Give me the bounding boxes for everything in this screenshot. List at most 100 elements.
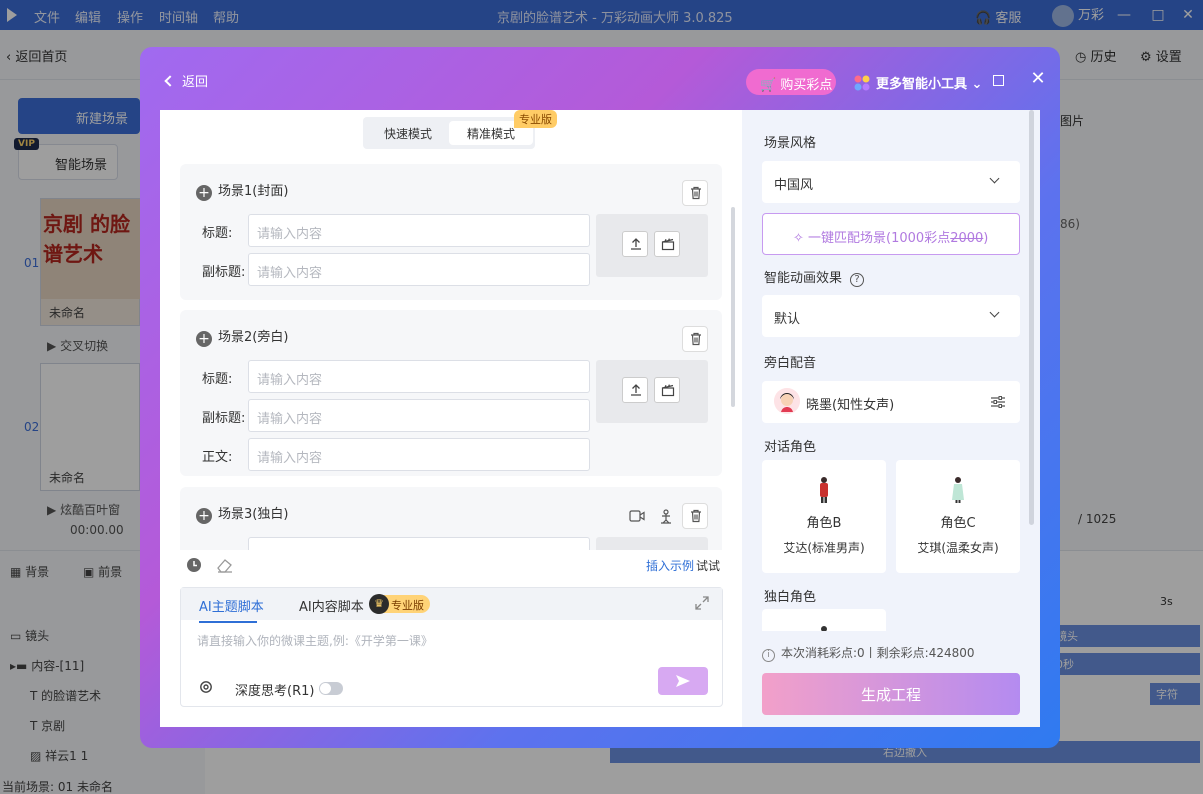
crown-icon: ♛ [369, 594, 389, 614]
send-button[interactable] [658, 667, 708, 695]
scene-list: + 场景1(封面) 标题: 请输入内容 副标题: 请输入内容 + 场景2(旁白)… [180, 164, 722, 550]
help-icon[interactable]: ? [850, 273, 865, 287]
deep-think-toggle[interactable] [319, 682, 343, 695]
video-camera-icon [629, 510, 645, 522]
clip-library-button[interactable] [654, 231, 680, 257]
role-card[interactable]: 角色C 艾琪(温柔女声) [896, 460, 1020, 573]
character-button[interactable] [653, 503, 679, 529]
generate-project-button[interactable]: 生成工程 [762, 673, 1020, 715]
trash-icon [691, 332, 701, 346]
sliders-icon[interactable] [990, 394, 1006, 410]
chevron-left-icon [164, 75, 176, 87]
scene-title: + 场景1(封面) [196, 180, 288, 201]
upload-icon [631, 238, 641, 250]
field-label: 副标题: [202, 265, 246, 280]
video-button[interactable] [624, 503, 650, 529]
male-character-icon [820, 477, 828, 503]
solo-role-card[interactable] [762, 609, 886, 631]
animation-label: 智能动画效果? [764, 267, 865, 287]
field-label: 正文: [202, 450, 233, 465]
fast-mode-tab[interactable]: 快速模式 [367, 121, 449, 145]
chevron-down-icon: ⌄ [971, 77, 983, 92]
subtitle-input[interactable]: 请输入内容 [248, 253, 590, 286]
title-input[interactable] [248, 537, 590, 550]
upload-button[interactable] [622, 377, 648, 403]
scene-card: + 场景1(封面) 标题: 请输入内容 副标题: 请输入内容 [180, 164, 722, 300]
chevron-down-icon [989, 173, 1000, 184]
field-label: 标题: [202, 372, 233, 387]
points-info: i 本次消耗彩点:0丨剩余彩点:424800 [762, 644, 975, 662]
expand-icon[interactable] [695, 596, 709, 610]
add-circle-icon[interactable]: + [196, 185, 212, 201]
dialog-role-label: 对话角色 [764, 440, 817, 455]
gear-icon[interactable] [199, 680, 213, 694]
delete-scene-button[interactable] [682, 326, 708, 352]
scrollbar[interactable] [1029, 110, 1034, 525]
send-icon [676, 675, 690, 687]
ai-prompt-input[interactable]: 请直接输入你的微课主题,例:《开学第一课》 [197, 632, 433, 649]
media-drop-area[interactable] [596, 360, 708, 423]
ai-script-modal: 返回 🛒 购买彩点 更多智能小工具 ⌄ ✕ 快速模式 精准模式 专业版 + 场景1… [140, 47, 1060, 748]
cart-icon: 🛒 [760, 78, 777, 93]
chevron-down-icon [989, 307, 1000, 318]
eraser-icon[interactable] [216, 557, 234, 573]
animation-select[interactable]: 默认 [762, 295, 1020, 337]
role-card[interactable]: 角色B 艾达(标准男声) [762, 460, 886, 573]
style-select[interactable]: 中国风 [762, 161, 1020, 203]
title-input[interactable]: 请输入内容 [248, 214, 590, 247]
tab-ai-theme-script[interactable]: AI主题脚本 [199, 596, 264, 623]
apps-icon [854, 75, 870, 91]
character-head-icon [821, 626, 827, 631]
pro-badge: 专业版 [514, 110, 557, 128]
back-button[interactable]: 返回 [164, 71, 208, 90]
delete-scene-button[interactable] [682, 180, 708, 206]
ai-tabs: AI主题脚本 AI内容脚本 ♛ 专业版 [181, 588, 722, 623]
clapperboard-icon [661, 238, 675, 251]
more-tools-dropdown[interactable]: 更多智能小工具 ⌄ [854, 73, 982, 92]
upload-icon [631, 384, 641, 396]
scene-card: + 场景2(旁白) 标题: 请输入内容 副标题: 请输入内容 正文: 请输入内容 [180, 310, 722, 476]
buy-points-button[interactable]: 🛒 购买彩点 [746, 69, 836, 95]
trash-icon [691, 186, 701, 200]
voice-avatar [774, 388, 800, 414]
ai-prompt-box: AI主题脚本 AI内容脚本 ♛ 专业版 请直接输入你的微课主题,例:《开学第一课》… [180, 587, 723, 707]
person-stand-icon [661, 509, 671, 524]
narration-label: 旁白配音 [764, 356, 817, 371]
scene-title: + 场景2(旁白) [196, 326, 288, 347]
magic-wand-icon: ✧ [793, 231, 804, 246]
tab-ai-content-script[interactable]: AI内容脚本 [299, 596, 364, 615]
narration-voice-select[interactable]: 晓墨(知性女声) [762, 381, 1020, 423]
settings-panel: 场景风格 中国风 ✧ 一键匹配场景(1000彩点2000) 智能动画效果? 默认… [742, 110, 1040, 727]
pro-badge: ♛ 专业版 [369, 594, 430, 614]
script-editor: 快速模式 精准模式 专业版 + 场景1(封面) 标题: 请输入内容 副标题: 请输… [160, 110, 742, 727]
close-icon[interactable]: ✕ [1028, 69, 1048, 89]
match-scene-button[interactable]: ✧ 一键匹配场景(1000彩点2000) [762, 213, 1020, 255]
add-circle-icon[interactable]: + [196, 508, 212, 524]
field-label: 副标题: [202, 411, 246, 426]
media-drop-area[interactable] [596, 214, 708, 277]
info-icon: i [762, 649, 775, 662]
scene-title: + 场景3(独白) [196, 503, 288, 524]
add-circle-icon[interactable]: + [196, 331, 212, 347]
title-input[interactable]: 请输入内容 [248, 360, 590, 393]
insert-sample-link[interactable]: 插入示例 [646, 557, 694, 574]
clip-library-button[interactable] [654, 377, 680, 403]
subtitle-input[interactable]: 请输入内容 [248, 399, 590, 432]
upload-button[interactable] [622, 231, 648, 257]
mode-switch: 快速模式 精准模式 [363, 117, 535, 149]
deep-think-label: 深度思考(R1) [235, 684, 315, 699]
media-drop-area[interactable] [596, 537, 708, 550]
delete-scene-button[interactable] [682, 503, 708, 529]
body-input[interactable]: 请输入内容 [248, 438, 590, 471]
solo-role-label: 独白角色 [764, 590, 817, 605]
maximize-icon[interactable] [993, 75, 1004, 86]
clapperboard-icon [661, 384, 675, 397]
history-clock-icon[interactable] [186, 557, 202, 573]
scrollbar[interactable] [731, 207, 735, 407]
try-text: 试试 [696, 559, 721, 573]
field-label: 标题: [202, 226, 233, 241]
female-character-icon [952, 477, 964, 503]
scene-card: + 场景3(独白) [180, 487, 722, 550]
style-label: 场景风格 [764, 136, 817, 151]
trash-icon [691, 509, 701, 523]
